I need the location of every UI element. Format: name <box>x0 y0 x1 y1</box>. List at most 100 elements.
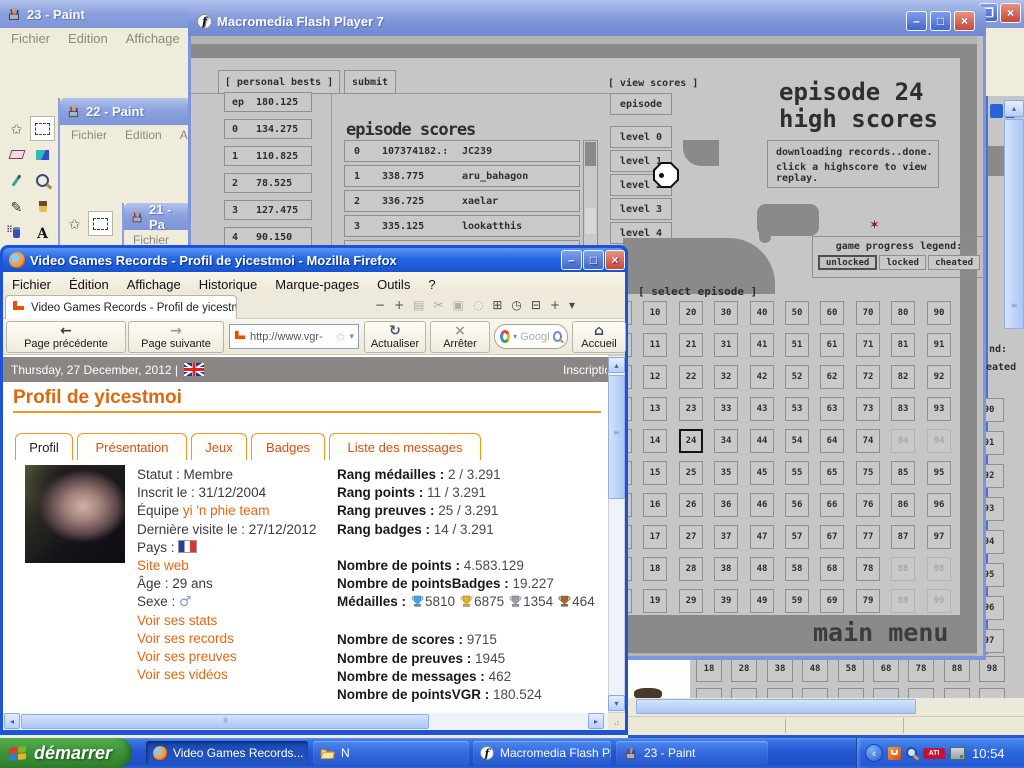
titlebar-flash-player[interactable]: f Macromedia Flash Player 7 – □ × <box>188 6 986 36</box>
vscrollbar-thumb[interactable] <box>608 375 625 499</box>
episode-cell[interactable]: 30 <box>714 301 738 325</box>
episode-cell[interactable]: 78 <box>856 557 880 581</box>
close-button[interactable]: × <box>1000 3 1021 23</box>
episode-cell-partial[interactable] <box>873 688 899 698</box>
minus-icon[interactable]: − <box>375 298 385 312</box>
add-toolbar-icon[interactable]: + <box>550 298 560 312</box>
episode-cell-partial[interactable] <box>908 688 934 698</box>
copy-icon[interactable]: ▣ <box>453 298 464 312</box>
episode-cell[interactable]: 40 <box>750 301 774 325</box>
episode-cell[interactable]: 39 <box>714 589 738 613</box>
search-dropdown-icon[interactable]: ▾ <box>513 332 517 341</box>
episode-cell-partial[interactable] <box>944 688 970 698</box>
search-magnifier-icon[interactable] <box>552 331 562 342</box>
tool-text-icon[interactable] <box>30 220 55 245</box>
episode-cell[interactable]: 56 <box>785 493 809 517</box>
titlebar-paint-21[interactable]: 21 - Pa <box>124 202 190 232</box>
episode-cell[interactable]: 10 <box>643 301 667 325</box>
episode-cell[interactable]: 47 <box>750 525 774 549</box>
url-dropdown-icon[interactable]: ▾ <box>349 332 354 342</box>
episode-cell[interactable]: 58 <box>785 557 809 581</box>
minimize-button[interactable]: – <box>906 11 927 31</box>
profile-tab-1[interactable]: Profil <box>15 433 73 460</box>
episode-cell[interactable]: 17 <box>643 525 667 549</box>
submit-tab[interactable]: submit <box>344 70 396 94</box>
episode-cell[interactable]: 45 <box>750 461 774 485</box>
legend-unlocked-button[interactable]: unlocked <box>818 255 878 270</box>
inscription-link[interactable]: Inscription <box>563 363 607 378</box>
episode-cell[interactable]: 48 <box>750 557 774 581</box>
scroll-down-button[interactable]: ▾ <box>608 695 625 711</box>
tool-select-icon[interactable] <box>30 116 55 141</box>
personal-best-row[interactable]: ep 180.125 <box>224 92 312 112</box>
menu-item[interactable]: Edition <box>116 125 171 145</box>
menu-item[interactable]: Affichage <box>117 28 189 49</box>
episode-cell[interactable]: 88 <box>891 557 915 581</box>
episode-cell[interactable]: 83 <box>891 397 915 421</box>
tool-freeform-select-icon[interactable] <box>62 211 87 236</box>
hide-icons-chevron[interactable]: ‹ <box>865 744 883 762</box>
episode-cell[interactable]: 85 <box>891 461 915 485</box>
menu-item[interactable]: Edition <box>59 28 117 49</box>
episode-cell[interactable]: 82 <box>891 365 915 389</box>
episode-cell[interactable]: 93 <box>927 397 951 421</box>
tool-eyedropper-icon[interactable] <box>4 168 29 193</box>
episode-cell[interactable]: 43 <box>750 397 774 421</box>
episode-cell[interactable]: 14 <box>643 429 667 453</box>
maximize-button[interactable]: □ <box>930 11 951 31</box>
tool-pencil-icon[interactable] <box>4 194 29 219</box>
episode-cell[interactable]: 71 <box>856 333 880 357</box>
episode-cell[interactable]: 18 <box>643 557 667 581</box>
episode-cell[interactable]: 76 <box>856 493 880 517</box>
episode-cell[interactable]: 23 <box>679 397 703 421</box>
episode-cell[interactable]: 84 <box>891 429 915 453</box>
episode-cell[interactable]: 37 <box>714 525 738 549</box>
episode-cell-partial[interactable] <box>696 688 722 698</box>
episode-cell[interactable]: 75 <box>856 461 880 485</box>
forward-button[interactable]: → Page suivante <box>128 321 224 353</box>
episode-cell[interactable]: 28 <box>679 557 703 581</box>
episode-cell[interactable]: 65 <box>820 461 844 485</box>
episode-cell[interactable]: 32 <box>714 365 738 389</box>
episode-cell[interactable]: 92 <box>927 365 951 389</box>
taskbar-button-flash[interactable]: fMacromedia Flash Pla... <box>473 741 611 765</box>
personal-bests-tab[interactable]: [ personal bests ] <box>218 70 340 94</box>
episode-cell[interactable]: 44 <box>750 429 774 453</box>
episode-cell-partial[interactable] <box>838 688 864 698</box>
episode-cell[interactable]: 35 <box>714 461 738 485</box>
tool-magnifier-icon[interactable] <box>30 168 55 193</box>
bookmark-star-icon[interactable]: ✩ <box>335 330 345 344</box>
menu-item[interactable]: Édition <box>60 274 118 293</box>
profile-link[interactable]: Voir ses vidéos <box>137 667 316 685</box>
profile-tab-5[interactable]: Liste des messages <box>329 433 481 460</box>
episode-cell[interactable]: 74 <box>856 429 880 453</box>
scroll-up-button[interactable]: ▴ <box>608 357 625 373</box>
site-web-link[interactable]: Site web <box>137 558 316 576</box>
minimize-button[interactable]: – <box>561 250 582 270</box>
tool-fill-icon[interactable] <box>30 142 55 167</box>
episode-cell[interactable]: 67 <box>820 525 844 549</box>
profile-tab-3[interactable]: Jeux <box>191 433 247 460</box>
episode-cell[interactable]: 22 <box>679 365 703 389</box>
titlebar-firefox[interactable]: Video Games Records - Profil de yicestmo… <box>3 248 625 272</box>
view-scores-episode-button[interactable]: episode <box>610 93 672 115</box>
personal-best-row[interactable]: 0 134.275 <box>224 119 312 139</box>
taskbar-button-firefox[interactable]: Video Games Records... <box>146 741 308 765</box>
episode-cell[interactable]: 21 <box>679 333 703 357</box>
episode-cell[interactable]: 57 <box>785 525 809 549</box>
stop-button[interactable]: × Arrêter <box>430 321 490 353</box>
personal-best-row[interactable]: 2 78.525 <box>224 173 312 193</box>
menu-item[interactable]: Fichier <box>2 28 59 49</box>
episode-cell[interactable]: 13 <box>643 397 667 421</box>
toolbar-button[interactable] <box>990 104 1003 118</box>
url-bar[interactable]: http://www.vgr- ✩ ▾ <box>229 324 359 349</box>
episode-cell[interactable]: 24 <box>679 429 703 453</box>
uk-flag-icon[interactable] <box>184 363 204 376</box>
episode-cell[interactable]: 16 <box>643 493 667 517</box>
scroll-left-button[interactable]: ◂ <box>4 713 20 729</box>
episode-cell[interactable]: 55 <box>785 461 809 485</box>
episode-cell[interactable]: 70 <box>856 301 880 325</box>
paste-icon[interactable]: ▤ <box>413 298 424 312</box>
episode-cell[interactable]: 38 <box>714 557 738 581</box>
tool-brush-icon[interactable] <box>30 194 55 219</box>
